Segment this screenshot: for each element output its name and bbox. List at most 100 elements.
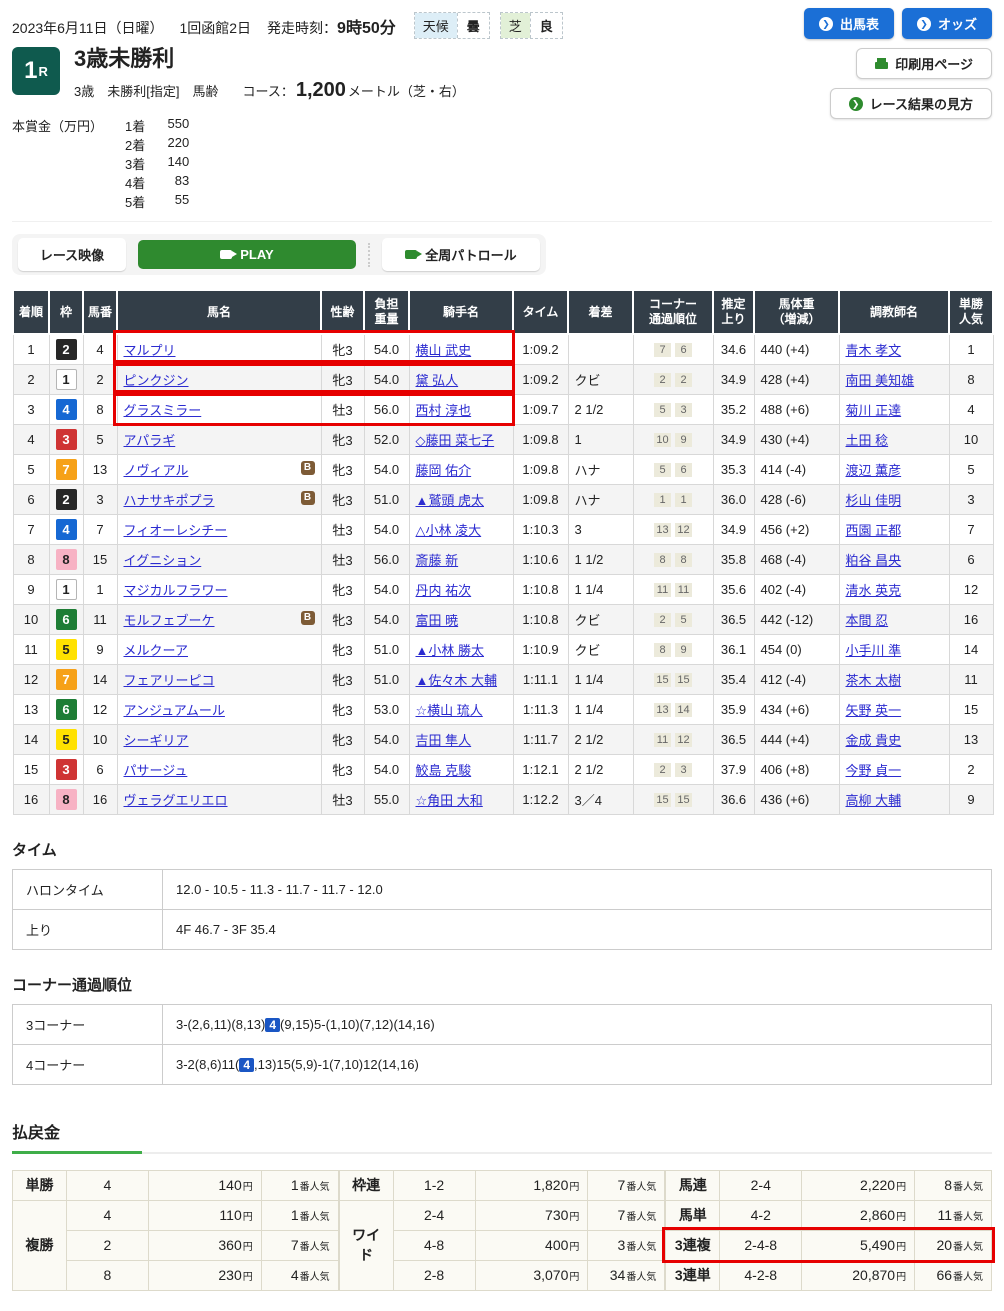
trainer-link[interactable]: 今野 貞一: [846, 763, 902, 778]
horse-name-link[interactable]: マルプリ: [124, 343, 176, 358]
jockey-link[interactable]: △小林 凌大: [416, 523, 482, 538]
trainer-link[interactable]: 金成 貴史: [846, 733, 902, 748]
horse-name-link[interactable]: グラスミラー: [124, 403, 202, 418]
jockey-cell: ☆角田 大和: [409, 784, 513, 814]
horse-name-link[interactable]: ピンクジン: [124, 373, 189, 388]
horse-name-link[interactable]: モルフェブーケ: [124, 613, 215, 628]
play-button[interactable]: PLAY: [138, 240, 356, 269]
payout-popularity: 3番人気: [588, 1230, 665, 1260]
odds-button[interactable]: ❯ オッズ: [902, 8, 992, 39]
estimated-agari: 35.6: [713, 574, 754, 604]
margin: [568, 334, 633, 364]
horse-name-link[interactable]: メルクーア: [124, 643, 188, 658]
race-video-button[interactable]: レース映像: [18, 238, 126, 271]
bet-combination: 4: [66, 1200, 148, 1230]
arrow-circle-icon: ❯: [917, 17, 931, 31]
sex-age: 牝3: [321, 364, 364, 394]
horse-number: 11: [83, 604, 117, 634]
jockey-cell: ☆横山 琉人: [409, 694, 513, 724]
patrol-video-button-label: 全周パトロール: [425, 245, 516, 264]
horse-name-link[interactable]: ハナサキポプラ: [124, 493, 215, 508]
jockey-link[interactable]: 横山 武史: [416, 343, 472, 358]
horse-name-link[interactable]: イグニション: [124, 553, 202, 568]
horse-name-link[interactable]: アパラギ: [124, 433, 176, 448]
trainer-link[interactable]: 本間 忍: [846, 613, 889, 628]
patrol-video-button[interactable]: 全周パトロール: [382, 238, 540, 271]
horse-number: 3: [83, 484, 117, 514]
corner-positions: 53: [633, 394, 713, 424]
jockey-link[interactable]: 丹内 祐次: [416, 583, 472, 598]
horse-name-link[interactable]: フェアリーピコ: [124, 673, 215, 688]
estimated-agari: 35.2: [713, 394, 754, 424]
trainer-link[interactable]: 茶木 太樹: [846, 673, 902, 688]
trainer-link[interactable]: 土田 稔: [846, 433, 889, 448]
corner-order-text: (9,15)5-(1,10)(7,12)(14,16): [280, 1017, 435, 1032]
waku-number-box: 1: [56, 369, 77, 390]
bet-combination: 4-2-8: [720, 1260, 802, 1290]
horse-number: 9: [83, 634, 117, 664]
result-row: 13612アンジュアムール牝353.0☆横山 琉人1:11.31 1/41314…: [13, 694, 993, 724]
jockey-link[interactable]: ◇藤田 菜七子: [416, 433, 495, 448]
win-popularity: 16: [949, 604, 993, 634]
corner-position-box: 1: [654, 493, 671, 507]
bet-type-label: 3連単: [666, 1260, 720, 1290]
weather-value: 曇: [457, 13, 489, 38]
jockey-link[interactable]: 吉田 隼人: [416, 733, 472, 748]
jockey-link[interactable]: 斎藤 新: [416, 553, 459, 568]
payout-row: 単勝4140円1番人気: [13, 1170, 339, 1200]
race-video-button-label: レース映像: [40, 245, 104, 264]
trainer-link[interactable]: 南田 美知雄: [846, 373, 915, 388]
trainer-link[interactable]: 高柳 大輔: [846, 793, 902, 808]
result-guide-button[interactable]: ❯ レース結果の見方: [830, 88, 992, 119]
horse-name-link[interactable]: フィオーレシチー: [124, 523, 228, 538]
jockey-link[interactable]: 西村 淳也: [416, 403, 472, 418]
prize-amount: 550: [159, 116, 189, 135]
horse-name-link[interactable]: ノヴィアル: [124, 463, 189, 478]
results-header-row: 着順 枠 馬番 馬名 性齢 負担 重量 騎手名 タイム 着差 コーナー 通過順位…: [13, 290, 993, 334]
waku-cell: 7: [49, 664, 83, 694]
trainer-link[interactable]: 青木 孝文: [846, 343, 902, 358]
finish-time: 1:10.8: [513, 574, 568, 604]
win-popularity: 10: [949, 424, 993, 454]
sex-age: 牡3: [321, 544, 364, 574]
jockey-link[interactable]: ▲佐々木 大輔: [416, 673, 497, 688]
jockey-link[interactable]: 富田 暁: [416, 613, 459, 628]
jockey-link[interactable]: 藤岡 佑介: [416, 463, 472, 478]
finish-time: 1:11.3: [513, 694, 568, 724]
jockey-link[interactable]: ☆角田 大和: [416, 793, 483, 808]
bet-combination: 2: [66, 1230, 148, 1260]
shutsuba-button[interactable]: ❯ 出馬表: [804, 8, 894, 39]
horse-name-link[interactable]: ヴェラグエリエロ: [124, 793, 228, 808]
trainer-link[interactable]: 小手川 準: [846, 643, 902, 658]
waku-number-box: 2: [56, 339, 77, 360]
horse-name-link[interactable]: アンジュアムール: [124, 703, 225, 718]
horse-name-link[interactable]: シーギリア: [124, 733, 189, 748]
horse-name-link[interactable]: パサージュ: [124, 763, 188, 778]
trainer-cell: 矢野 英一: [839, 694, 949, 724]
trainer-link[interactable]: 渡辺 薫彦: [846, 463, 902, 478]
trainer-link[interactable]: 西園 正都: [846, 523, 902, 538]
jockey-link[interactable]: 黛 弘人: [416, 373, 459, 388]
jockey-cell: ▲佐々木 大輔: [409, 664, 513, 694]
print-page-button[interactable]: 印刷用ページ: [856, 48, 992, 79]
corner-positions: 109: [633, 424, 713, 454]
col-header-time: タイム: [513, 290, 568, 334]
finish-time: 1:12.2: [513, 784, 568, 814]
trainer-link[interactable]: 矢野 英一: [846, 703, 902, 718]
trainer-link[interactable]: 清水 英克: [846, 583, 902, 598]
trainer-link[interactable]: 菊川 正達: [846, 403, 902, 418]
finish-time: 1:09.8: [513, 454, 568, 484]
result-guide-button-label: レース結果の見方: [870, 94, 973, 113]
col-header-body-weight: 馬体重 （増減）: [754, 290, 839, 334]
jockey-link[interactable]: 鮫島 克駿: [416, 763, 472, 778]
jockey-link[interactable]: ▲鷲頭 虎太: [416, 493, 484, 508]
payout-popularity: 1番人気: [261, 1200, 338, 1230]
trainer-link[interactable]: 杉山 佳明: [846, 493, 902, 508]
sex-age: 牝3: [321, 454, 364, 484]
ninki-unit: 番人気: [300, 1272, 330, 1283]
bet-type-label: 馬連: [666, 1170, 720, 1200]
horse-name-link[interactable]: マジカルフラワー: [124, 583, 228, 598]
trainer-link[interactable]: 粕谷 昌央: [846, 553, 902, 568]
jockey-link[interactable]: ☆横山 琉人: [416, 703, 483, 718]
jockey-link[interactable]: ▲小林 勝太: [416, 643, 484, 658]
